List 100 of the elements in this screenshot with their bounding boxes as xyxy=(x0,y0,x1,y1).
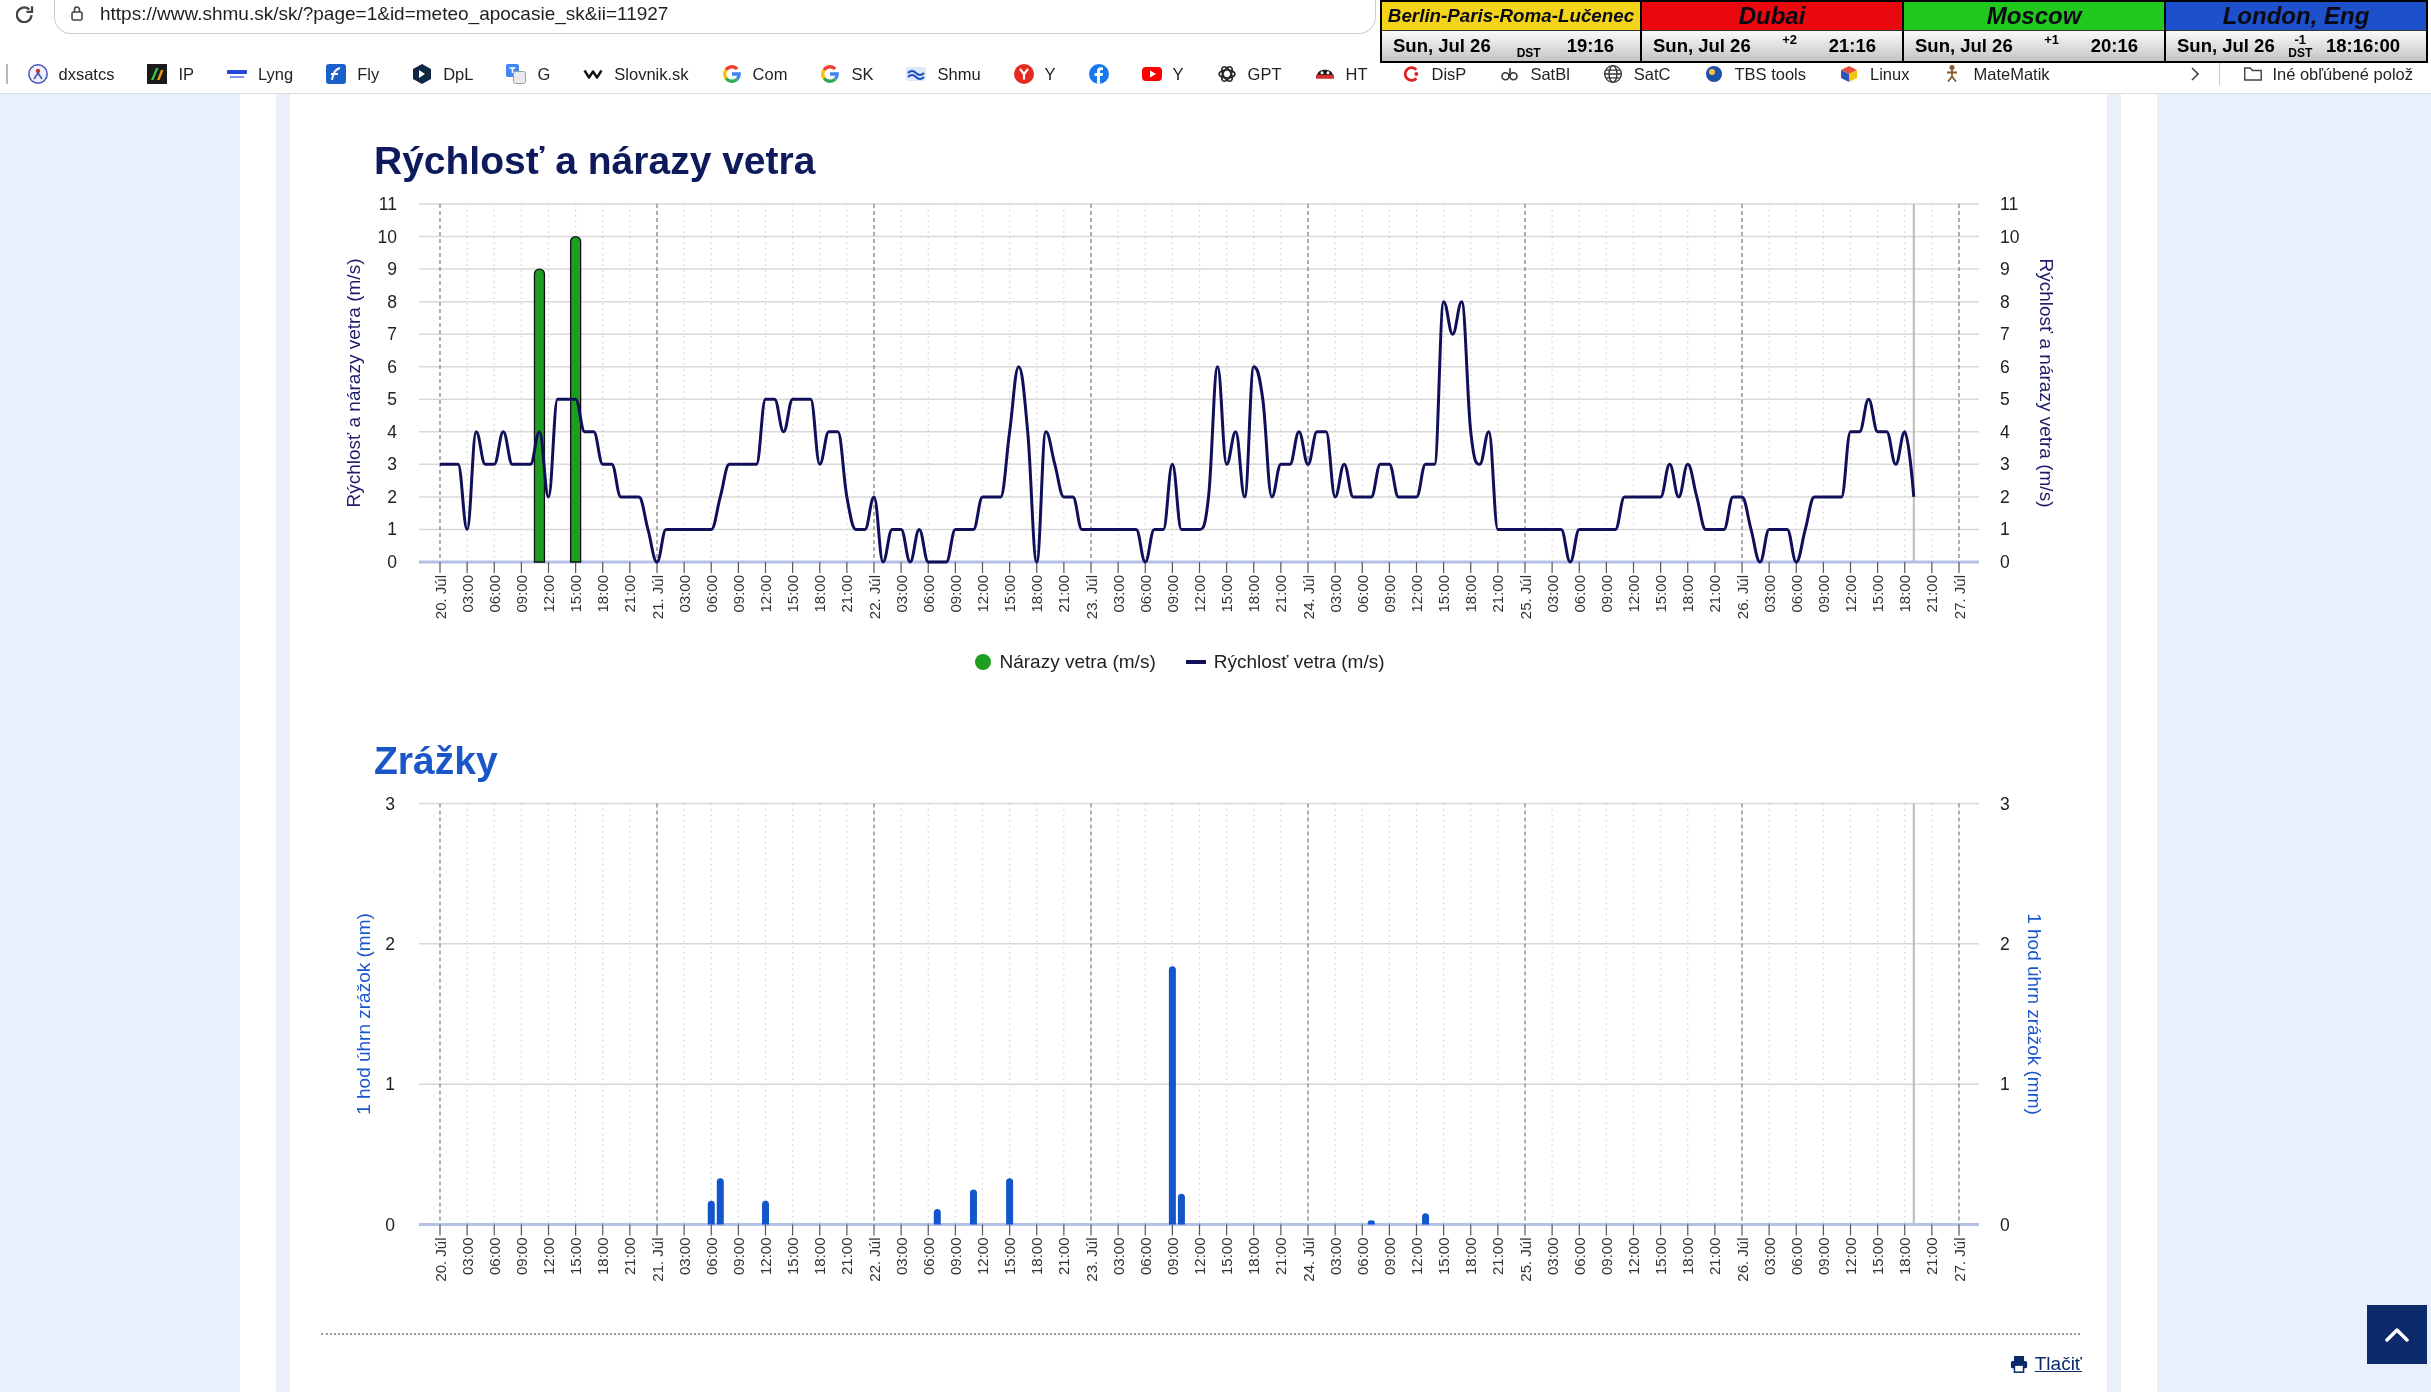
x-tick-label: 12:00 xyxy=(1625,575,1642,613)
x-tick-label: 18:00 xyxy=(1679,1237,1697,1276)
bookmark-link[interactable]: G xyxy=(498,59,559,88)
x-tick-label: 15:00 xyxy=(784,1237,802,1276)
bookmark-link[interactable]: HT xyxy=(1306,59,1376,88)
x-tick-label: 21:00 xyxy=(621,1237,639,1276)
bookmark-link[interactable]: Shmu xyxy=(898,59,989,88)
clock-time: 21:16 xyxy=(1828,35,1876,57)
x-tick-label: 09:00 xyxy=(1597,575,1615,613)
y-tick-label: 3 xyxy=(2000,793,2010,814)
x-tick-label: 06:00 xyxy=(919,1237,937,1276)
bookmark-link[interactable]: SK xyxy=(812,59,882,88)
y-tick-label: 8 xyxy=(2000,291,2010,312)
legend-item[interactable]: Nárazy vetra (m/s) xyxy=(975,650,1156,674)
x-tick-label: 21:00 xyxy=(1706,575,1724,613)
x-tick-label: 21:00 xyxy=(621,575,639,613)
y-tick-label: 1 xyxy=(2000,1074,2010,1095)
bookmark-link[interactable]: Y xyxy=(1005,59,1064,88)
bookmark-link[interactable]: IP xyxy=(139,59,203,88)
x-tick-label: 26. Júl xyxy=(1733,575,1751,620)
bookmark-link[interactable]: Linux xyxy=(1831,59,1918,88)
bookmark-link[interactable]: Com xyxy=(713,59,796,88)
lock-icon[interactable] xyxy=(71,6,83,21)
x-tick-label: 03:00 xyxy=(892,575,910,613)
reload-icon[interactable] xyxy=(16,5,34,23)
bookmark-link[interactable]: TBS tools xyxy=(1695,59,1815,88)
chevron-icon[interactable] xyxy=(2190,66,2199,81)
x-tick-label: 18:00 xyxy=(1462,1237,1480,1276)
x-tick-label: 12:00 xyxy=(1842,575,1859,613)
bookmark-link[interactable]: DpL xyxy=(404,59,482,88)
print-link[interactable]: Tlačiť xyxy=(2009,1353,2082,1375)
bookmark-link[interactable]: Fly xyxy=(318,59,388,88)
x-tick-label: 18:00 xyxy=(1245,575,1263,613)
x-tick-label: 03:00 xyxy=(1109,1237,1127,1276)
address-bar[interactable]: https://www.shmu.sk/sk/?page=1&id=meteo_apocasie_sk&ii=11927 xyxy=(54,0,1376,34)
x-tick-label: 21:00 xyxy=(1706,1237,1724,1276)
x-tick-label: 09:00 xyxy=(1814,1237,1832,1276)
y-tick-label: 0 xyxy=(385,1214,395,1235)
fork-circle-icon xyxy=(1013,63,1034,84)
x-tick-label: 24. Júl xyxy=(1299,575,1317,620)
x-tick-label: 12:00 xyxy=(540,1237,557,1276)
y-axis-title: Rýchlosť a nárazy vetra (m/s) xyxy=(2036,258,2057,508)
city-header: Dubai xyxy=(1642,2,1902,31)
x-tick-label: 03:00 xyxy=(1760,1237,1778,1276)
x-tick-label: 03:00 xyxy=(1326,1237,1344,1276)
x-tick-label: 03:00 xyxy=(675,575,693,613)
clock-time: 19:16 xyxy=(1566,35,1614,57)
utc-offset: +1 xyxy=(2044,33,2060,46)
wave-icon xyxy=(906,66,927,81)
bookmark-link[interactable]: Y xyxy=(1133,59,1192,88)
x-tick-label: 12:00 xyxy=(1408,575,1425,613)
x-tick-label: 12:00 xyxy=(974,575,991,613)
bookmark-link[interactable]: SatC xyxy=(1594,59,1679,88)
y-tick-label: 2 xyxy=(387,486,397,507)
x-tick-label: 12:00 xyxy=(1842,1237,1859,1276)
bookmark-link[interactable]: Slovnik.sk xyxy=(575,59,697,88)
x-tick-label: 27. Júl xyxy=(1950,575,1968,620)
y-tick-label: 2 xyxy=(385,933,395,954)
chart-title: Rýchlosť a nárazy vetra xyxy=(374,139,816,183)
x-tick-label: 15:00 xyxy=(1435,1237,1453,1276)
y-tick-label: 2 xyxy=(2000,486,2010,507)
globe-icon xyxy=(1603,64,1622,83)
y-tick-label: 6 xyxy=(2000,356,2010,377)
y-tick-label: 1 xyxy=(385,1074,395,1095)
bookmark-link[interactable]: DisP xyxy=(1392,59,1475,88)
legend-item[interactable]: Rýchlosť vetra (m/s) xyxy=(1185,650,1385,674)
bookmark-link[interactable]: MateMatik xyxy=(1934,59,2058,88)
y-tick-label: 7 xyxy=(387,324,397,345)
bookmark-link[interactable]: dxsatcs xyxy=(19,59,123,88)
x-tick-label: 06:00 xyxy=(1570,1237,1588,1276)
x-tick-label: 12:00 xyxy=(757,1237,774,1276)
x-tick-label: 22. Júl xyxy=(865,575,883,620)
x-tick-label: 15:00 xyxy=(1869,1237,1887,1276)
y-tick-label: 11 xyxy=(378,194,397,214)
x-tick-label: 03:00 xyxy=(1109,575,1127,613)
x-tick-label: 09:00 xyxy=(946,575,964,613)
x-tick-label: 03:00 xyxy=(675,1237,693,1276)
x-tick-label: 06:00 xyxy=(1136,1237,1154,1276)
x-tick-label: 21. Júl xyxy=(648,575,666,620)
bookmark-link[interactable]: Lyng xyxy=(219,59,302,88)
bookmark-folder[interactable]: Iné obľúbené polož xyxy=(2236,59,2421,88)
x-tick-label: 18:00 xyxy=(594,575,612,613)
x-tick-label: 20. Júl xyxy=(431,575,449,620)
x-tick-label: 15:00 xyxy=(784,575,802,613)
x-tick-label: 15:00 xyxy=(1001,1237,1019,1276)
clock-time: 18:16:00 xyxy=(2325,35,2400,57)
clock-date: Sun, Jul 26 xyxy=(2177,35,2275,57)
y-tick-label: 9 xyxy=(387,259,397,280)
x-tick-label: 18:00 xyxy=(811,1237,829,1276)
x-tick-label: 22. Júl xyxy=(865,1237,883,1282)
scroll-to-top-button[interactable] xyxy=(2367,1305,2427,1364)
y-tick-label: 10 xyxy=(377,226,397,247)
bookmark-link[interactable]: GPT xyxy=(1208,59,1290,88)
y-tick-label: 5 xyxy=(2000,389,2010,410)
precipitation-bar xyxy=(762,1200,769,1225)
x-tick-label: 15:00 xyxy=(1001,575,1019,613)
x-tick-label: 06:00 xyxy=(1570,575,1588,613)
x-tick-label: 06:00 xyxy=(919,575,937,613)
bookmark-link[interactable]: SatBl xyxy=(1491,59,1578,88)
x-tick-label: 06:00 xyxy=(485,575,503,613)
